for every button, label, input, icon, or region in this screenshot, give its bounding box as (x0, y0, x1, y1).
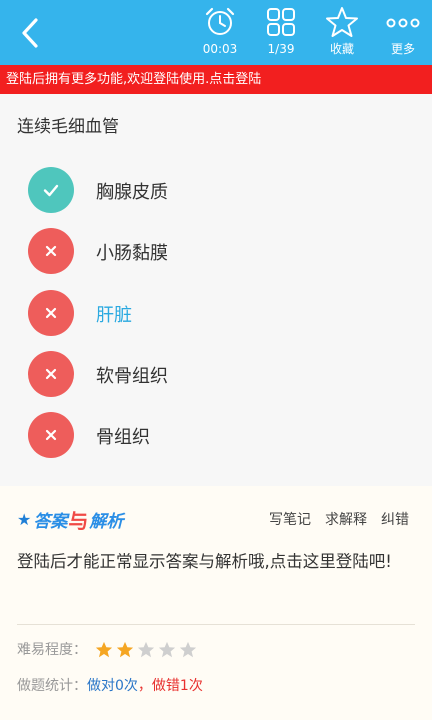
answer-analysis-logo: ★ 答案 与 解析 (17, 506, 124, 533)
option-label: 骨组织 (96, 427, 150, 448)
check-icon (43, 184, 59, 197)
stats-correct: 做对0次 (87, 678, 138, 694)
stats-label: 做题统计： (17, 678, 87, 694)
star-empty-icon (180, 641, 197, 658)
correct-badge (28, 167, 74, 213)
chevron-left-icon (22, 18, 38, 48)
option-label: 软骨组织 (96, 366, 168, 387)
wrong-badge (28, 351, 74, 397)
close-icon (45, 368, 57, 380)
question-title: 连续毛细血管 (17, 117, 119, 137)
wrong-badge (28, 412, 74, 458)
timer-button[interactable]: 00:03 (192, 6, 248, 62)
login-banner[interactable]: 登陆后拥有更多功能,欢迎登陆使用.点击登陆 (0, 65, 432, 94)
back-button[interactable] (14, 14, 50, 52)
timer-label: 00:03 (202, 42, 238, 56)
close-icon (45, 429, 57, 441)
star-filled-icon (117, 641, 134, 658)
login-prompt-link[interactable]: 登陆后才能正常显示答案与解析哦,点击这里登陆吧! (17, 546, 417, 577)
stats-row: 做题统计：做对0次，做错1次 (17, 675, 203, 695)
logo-text-answer: 答案 (33, 511, 68, 532)
star-icon: ★ (17, 509, 32, 529)
close-icon (45, 307, 57, 319)
option-item[interactable]: 胸腺皮质 (28, 167, 408, 213)
star-outline-icon (326, 7, 358, 37)
option-item-selected[interactable]: 肝脏 (28, 290, 408, 336)
option-label: 胸腺皮质 (96, 182, 168, 203)
answer-actions: 写笔记 求解释 纠错 (269, 509, 409, 529)
progress-label: 1/39 (267, 42, 295, 56)
difficulty-rating (95, 641, 197, 659)
question-panel: 连续毛细血管 胸腺皮质 小肠黏膜 肝脏 软骨组织 骨组织 (0, 94, 432, 486)
close-icon (45, 245, 57, 257)
option-item[interactable]: 骨组织 (28, 412, 408, 458)
grid-icon (267, 8, 295, 36)
more-button[interactable]: 更多 (375, 6, 431, 62)
option-item[interactable]: 小肠黏膜 (28, 228, 408, 274)
report-error-button[interactable]: 纠错 (381, 509, 409, 529)
answer-panel: ★ 答案 与 解析 写笔记 求解释 纠错 登陆后才能正常显示答案与解析哦,点击这… (0, 486, 432, 720)
star-empty-icon (138, 641, 155, 658)
divider (17, 624, 415, 625)
stats-separator: ， (137, 678, 152, 694)
logo-text-analysis: 解析 (89, 511, 124, 532)
option-label: 小肠黏膜 (96, 243, 168, 264)
stats-wrong: 做错1次 (151, 678, 203, 694)
alarm-clock-icon (205, 7, 235, 35)
star-empty-icon (159, 641, 176, 658)
option-item[interactable]: 软骨组织 (28, 351, 408, 397)
favorite-label: 收藏 (329, 42, 354, 56)
more-label: 更多 (390, 42, 415, 56)
wrong-badge (28, 290, 74, 336)
favorite-button[interactable]: 收藏 (314, 6, 370, 62)
difficulty-row: 难易程度： (17, 639, 197, 659)
more-dots-icon (386, 18, 420, 28)
star-filled-icon (96, 641, 113, 658)
option-label: 肝脏 (96, 305, 132, 326)
write-note-button[interactable]: 写笔记 (269, 509, 311, 529)
wrong-badge (28, 228, 74, 274)
difficulty-label: 难易程度： (17, 642, 87, 658)
logo-text-and: 与 (68, 508, 89, 533)
question-index-button[interactable]: 1/39 (253, 6, 309, 62)
ask-explanation-button[interactable]: 求解释 (325, 509, 367, 529)
top-toolbar: 00:03 1/39 收藏 更多 (0, 0, 432, 65)
